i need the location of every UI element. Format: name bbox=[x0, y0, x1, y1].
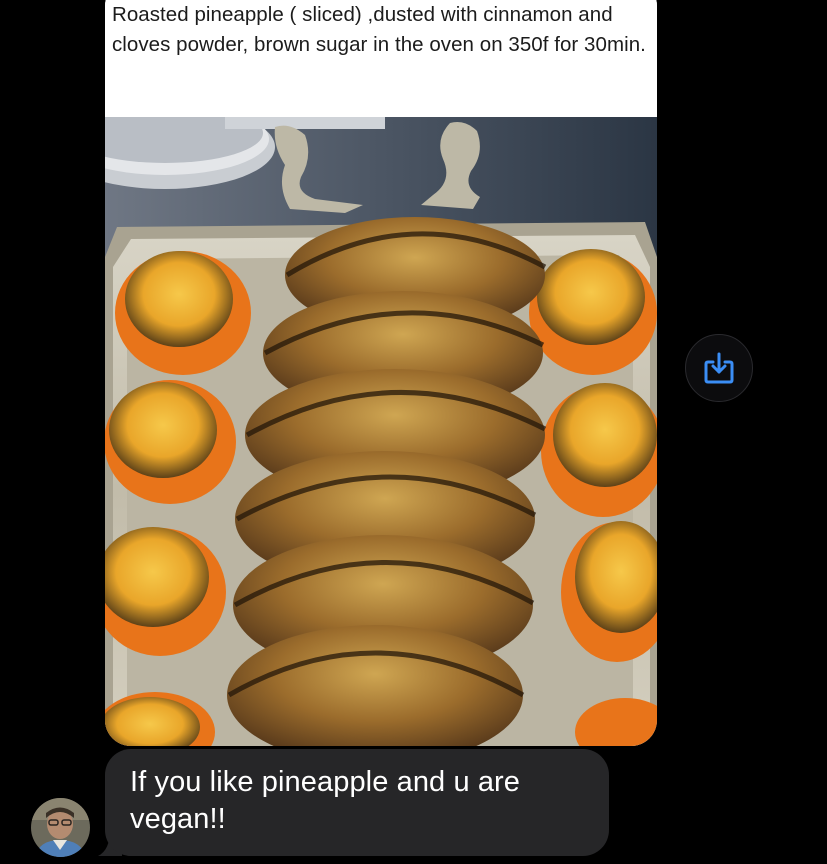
roasted-pineapple-photo[interactable] bbox=[105, 117, 657, 746]
shared-media-message[interactable]: Roasted pineapple ( sliced) ,dusted with… bbox=[105, 0, 657, 746]
message-text: If you like pineapple and u are vegan!! bbox=[130, 766, 521, 835]
sender-avatar[interactable] bbox=[31, 798, 90, 857]
chat-screen: Roasted pineapple ( sliced) ,dusted with… bbox=[0, 0, 827, 864]
media-caption: Roasted pineapple ( sliced) ,dusted with… bbox=[105, 0, 657, 97]
caption-text: Roasted pineapple ( sliced) ,dusted with… bbox=[112, 3, 646, 56]
message-bubble[interactable]: If you like pineapple and u are vegan!! bbox=[105, 749, 609, 856]
share-button[interactable] bbox=[685, 334, 753, 402]
share-download-icon bbox=[704, 352, 734, 384]
